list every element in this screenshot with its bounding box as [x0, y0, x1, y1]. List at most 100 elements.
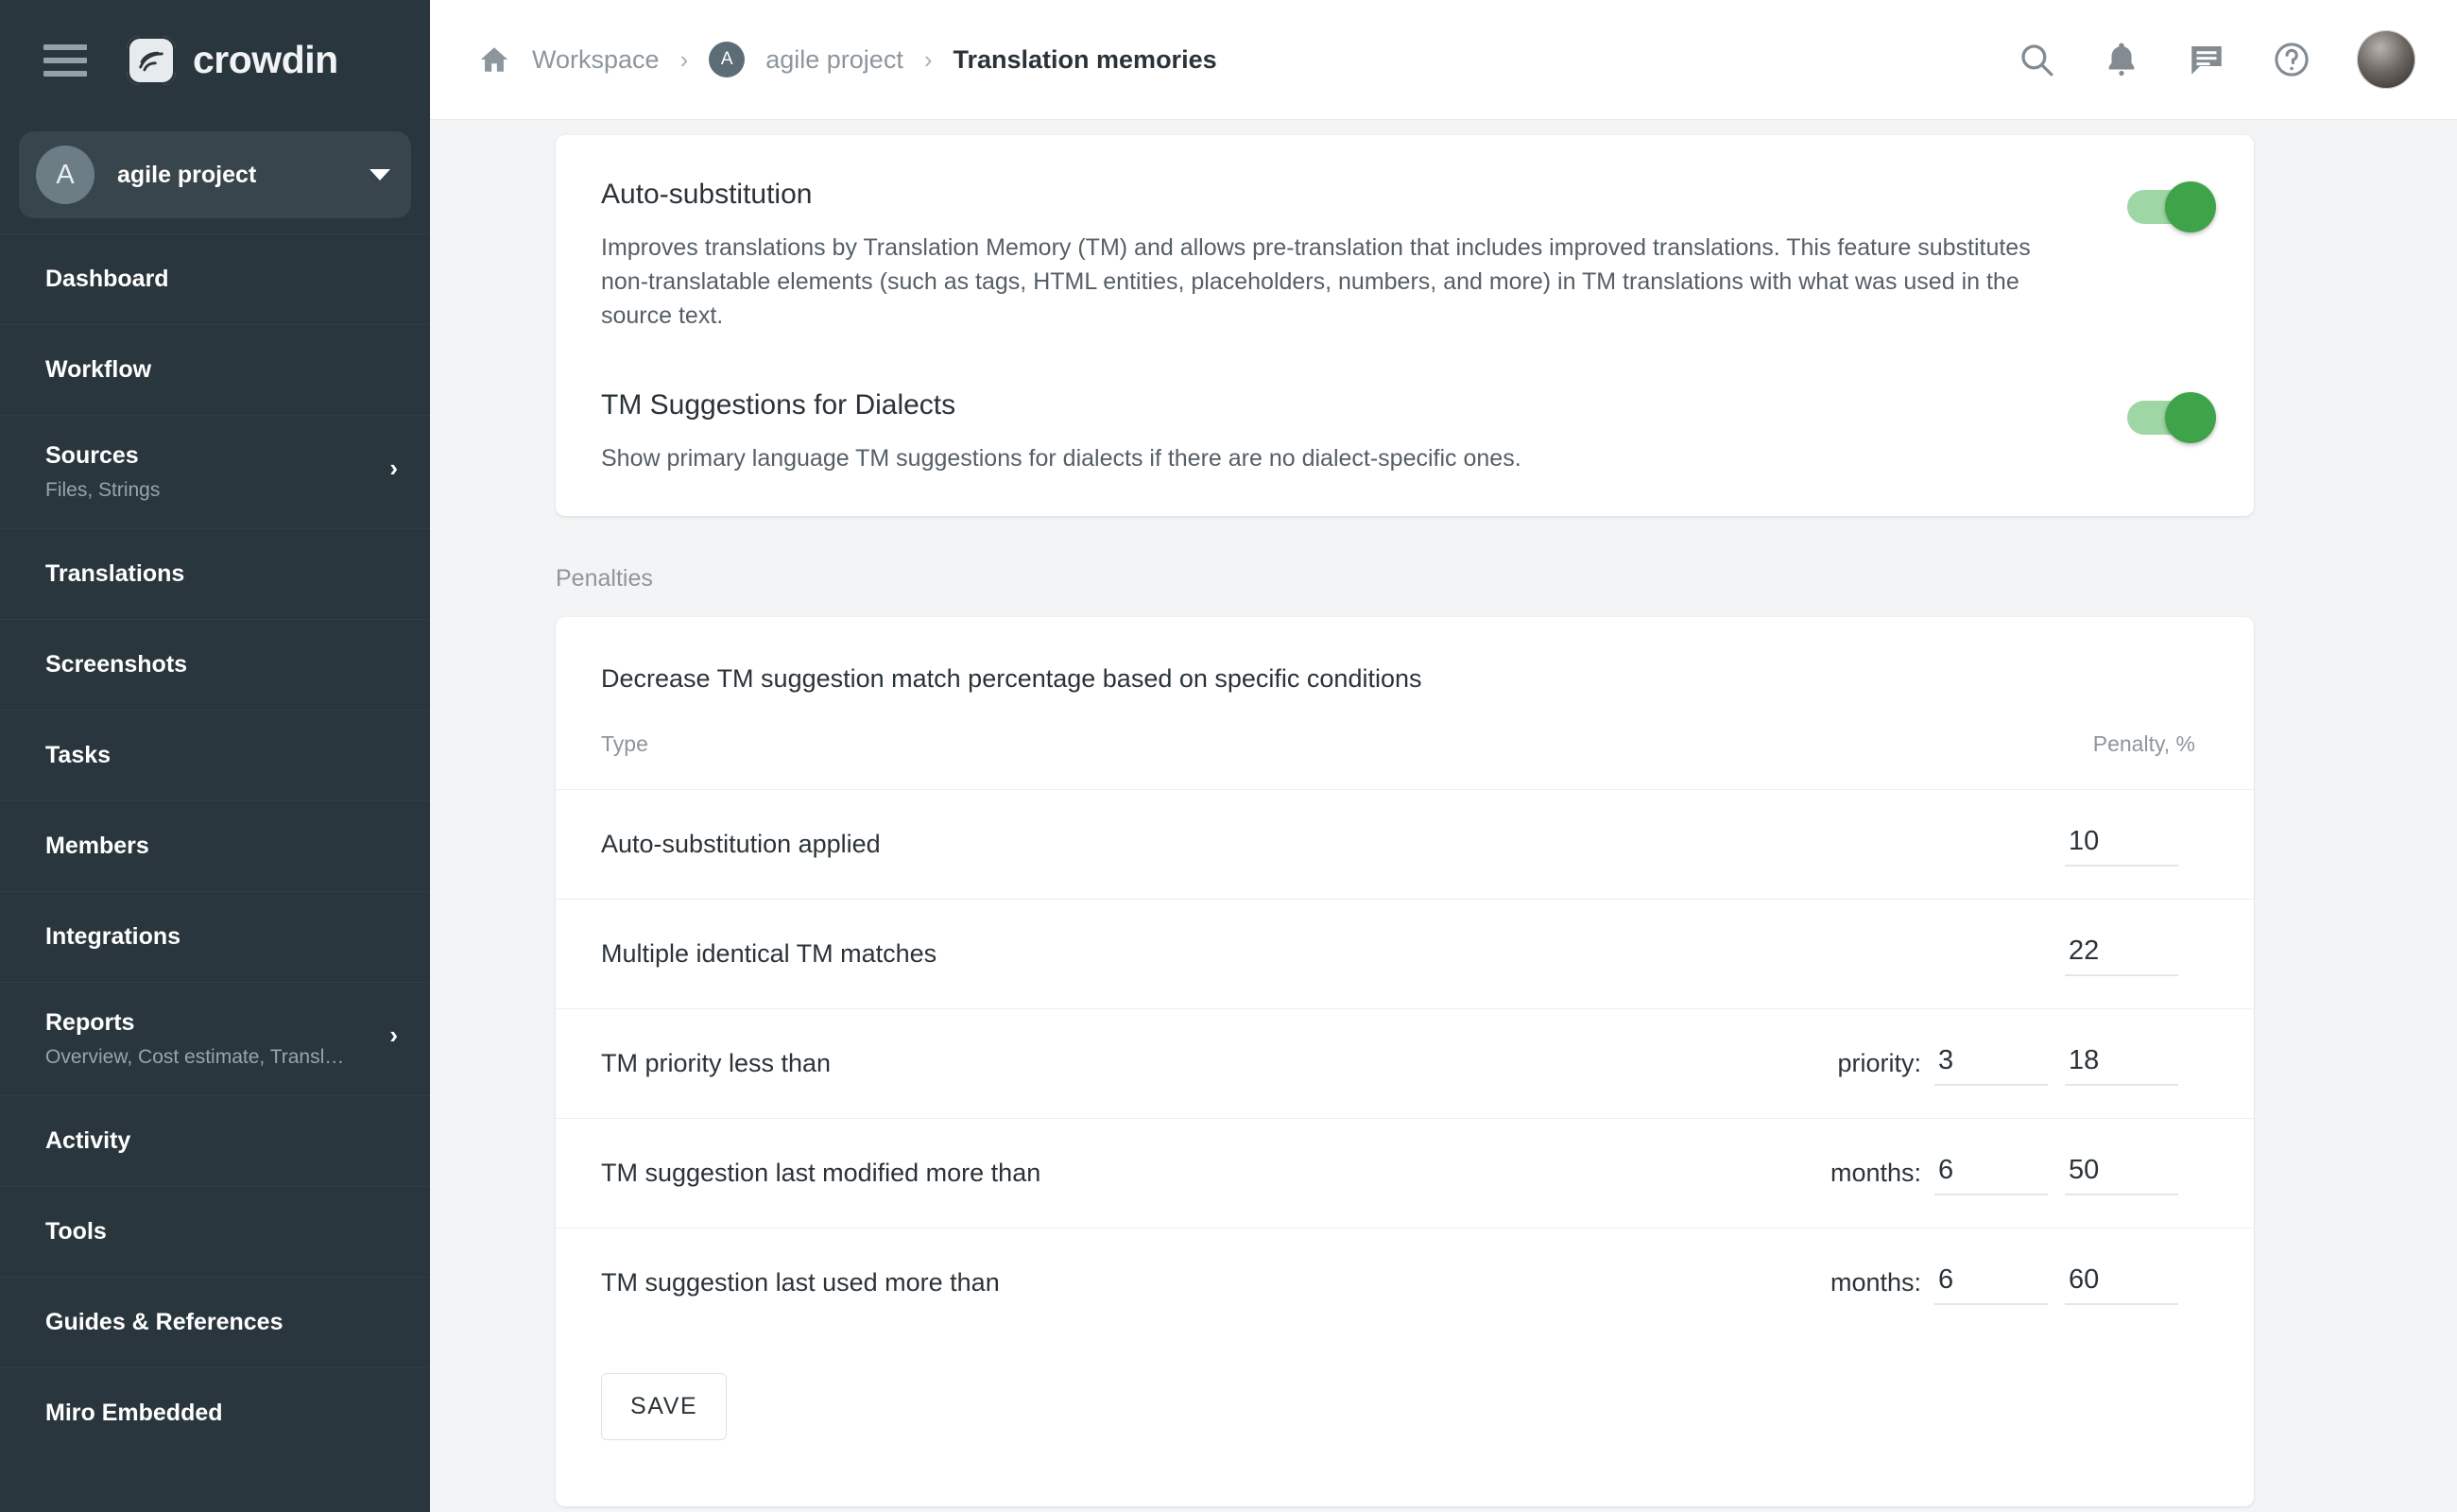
- breadcrumb-project-avatar: A: [709, 42, 745, 77]
- penalty-type: TM suggestion last used more than: [556, 1228, 1781, 1338]
- penalties-section-label: Penalties: [556, 516, 2254, 617]
- sidebar-item-tasks[interactable]: Tasks: [0, 710, 430, 800]
- bell-icon[interactable]: [2102, 40, 2141, 79]
- table-row: TM priority less than priority:: [556, 1009, 2254, 1119]
- penalty-type: Multiple identical TM matches: [556, 900, 1781, 1009]
- condition-value-input[interactable]: [1934, 1151, 2048, 1195]
- penalty-condition: months:: [1781, 1228, 2065, 1338]
- penalty-value-cell: [2065, 1119, 2254, 1228]
- sidebar-item-label: Tasks: [45, 742, 405, 769]
- topbar: Workspace › A agile project › Translatio…: [430, 0, 2457, 120]
- crowdin-logo-icon: [127, 36, 176, 85]
- sidebar-item-reports[interactable]: Reports Overview, Cost estimate, Transl……: [0, 982, 430, 1095]
- column-header-condition: [1781, 731, 2065, 790]
- penalty-value-input[interactable]: [2065, 1261, 2178, 1305]
- chevron-right-icon: ›: [389, 455, 398, 480]
- project-name: agile project: [117, 162, 347, 189]
- sidebar-item-sublabel: Overview, Cost estimate, Transl…: [45, 1046, 405, 1069]
- penalty-value-input[interactable]: [2065, 822, 2178, 867]
- chevron-down-icon: [369, 169, 390, 180]
- penalty-value-cell: [2065, 790, 2254, 900]
- penalty-condition: priority:: [1781, 1009, 2065, 1119]
- content-scroll[interactable]: Auto-substitution Improves translations …: [430, 120, 2457, 1512]
- sidebar-item-dashboard[interactable]: Dashboard: [0, 233, 430, 324]
- table-row: TM suggestion last modified more than mo…: [556, 1119, 2254, 1228]
- chat-icon[interactable]: [2187, 40, 2226, 79]
- main-area: Workspace › A agile project › Translatio…: [430, 0, 2457, 1512]
- sidebar-nav: Dashboard Workflow Sources Files, String…: [0, 233, 430, 1512]
- setting-title: Auto-substitution: [601, 179, 2070, 211]
- sidebar-item-activity[interactable]: Activity: [0, 1095, 430, 1186]
- sidebar-item-guides-references[interactable]: Guides & References: [0, 1277, 430, 1367]
- sidebar-item-label: Translations: [45, 560, 405, 588]
- sidebar: crowdin A agile project Dashboard Workfl…: [0, 0, 430, 1512]
- chevron-right-icon: ›: [924, 47, 933, 72]
- home-icon[interactable]: [477, 43, 511, 76]
- condition-label: months:: [1830, 1268, 1921, 1297]
- table-row: Multiple identical TM matches: [556, 900, 2254, 1009]
- condition-value-input[interactable]: [1934, 1261, 2048, 1305]
- sidebar-item-miro-embedded[interactable]: Miro Embedded: [0, 1367, 430, 1458]
- condition-label: priority:: [1837, 1049, 1921, 1078]
- sidebar-item-label: Dashboard: [45, 266, 405, 293]
- setting-text: Auto-substitution Improves translations …: [601, 179, 2127, 333]
- sidebar-item-label: Guides & References: [45, 1309, 405, 1336]
- condition-value-input[interactable]: [1934, 1041, 2048, 1086]
- penalty-value-input[interactable]: [2065, 1151, 2178, 1195]
- help-icon[interactable]: [2272, 40, 2311, 79]
- setting-tm-dialects: TM Suggestions for Dialects Show primary…: [601, 389, 2212, 476]
- penalty-condition: months:: [1781, 1119, 2065, 1228]
- tm-dialects-toggle[interactable]: [2127, 401, 2212, 435]
- save-button[interactable]: SAVE: [601, 1373, 727, 1440]
- setting-text: TM Suggestions for Dialects Show primary…: [601, 389, 2127, 476]
- sidebar-item-label: Screenshots: [45, 651, 405, 679]
- chevron-right-icon: ›: [389, 1022, 398, 1047]
- user-avatar[interactable]: [2357, 30, 2415, 89]
- sidebar-item-sublabel: Files, Strings: [45, 479, 405, 502]
- breadcrumb-workspace[interactable]: Workspace: [532, 45, 660, 75]
- sidebar-brand-row: crowdin: [0, 0, 430, 120]
- penalty-value-cell: [2065, 1009, 2254, 1119]
- column-header-type: Type: [556, 731, 1781, 790]
- chevron-right-icon: ›: [680, 47, 689, 72]
- penalties-card: Decrease TM suggestion match percentage …: [556, 617, 2254, 1506]
- sidebar-item-members[interactable]: Members: [0, 800, 430, 891]
- brand-name: crowdin: [193, 38, 338, 82]
- sidebar-item-tools[interactable]: Tools: [0, 1186, 430, 1277]
- sidebar-item-label: Members: [45, 833, 405, 860]
- breadcrumb: Workspace › A agile project › Translatio…: [477, 42, 2017, 77]
- penalties-heading: Decrease TM suggestion match percentage …: [556, 617, 2254, 694]
- penalty-value-cell: [2065, 900, 2254, 1009]
- sidebar-item-label: Reports: [45, 1009, 405, 1037]
- app-root: crowdin A agile project Dashboard Workfl…: [0, 0, 2457, 1512]
- topbar-actions: [2017, 30, 2415, 89]
- brand-logo[interactable]: crowdin: [127, 36, 338, 85]
- penalty-condition: [1781, 900, 2065, 1009]
- sidebar-item-label: Tools: [45, 1218, 405, 1246]
- penalty-value-input[interactable]: [2065, 932, 2178, 976]
- sidebar-item-integrations[interactable]: Integrations: [0, 891, 430, 982]
- sidebar-item-label: Miro Embedded: [45, 1400, 405, 1427]
- sidebar-item-translations[interactable]: Translations: [0, 528, 430, 619]
- sidebar-item-screenshots[interactable]: Screenshots: [0, 619, 430, 710]
- search-icon[interactable]: [2017, 40, 2056, 79]
- breadcrumb-project[interactable]: agile project: [765, 45, 903, 75]
- auto-substitution-toggle[interactable]: [2127, 190, 2212, 224]
- penalty-type: TM priority less than: [556, 1009, 1781, 1119]
- sidebar-item-label: Workflow: [45, 356, 405, 384]
- sidebar-item-label: Activity: [45, 1127, 405, 1155]
- sidebar-item-label: Sources: [45, 442, 405, 470]
- assigned-section-label: Assigned translation memories: [556, 1506, 2254, 1512]
- project-avatar: A: [36, 146, 94, 204]
- project-selector[interactable]: A agile project: [19, 131, 411, 218]
- condition-label: months:: [1830, 1159, 1921, 1188]
- hamburger-menu-icon[interactable]: [43, 44, 87, 77]
- sidebar-item-sources[interactable]: Sources Files, Strings ›: [0, 415, 430, 528]
- sidebar-item-workflow[interactable]: Workflow: [0, 324, 430, 415]
- page-title: Translation memories: [954, 45, 1217, 75]
- table-row: Auto-substitution applied: [556, 790, 2254, 900]
- penalty-type: TM suggestion last modified more than: [556, 1119, 1781, 1228]
- penalty-value-input[interactable]: [2065, 1041, 2178, 1086]
- table-row: TM suggestion last used more than months…: [556, 1228, 2254, 1338]
- setting-description: Improves translations by Translation Mem…: [601, 232, 2070, 333]
